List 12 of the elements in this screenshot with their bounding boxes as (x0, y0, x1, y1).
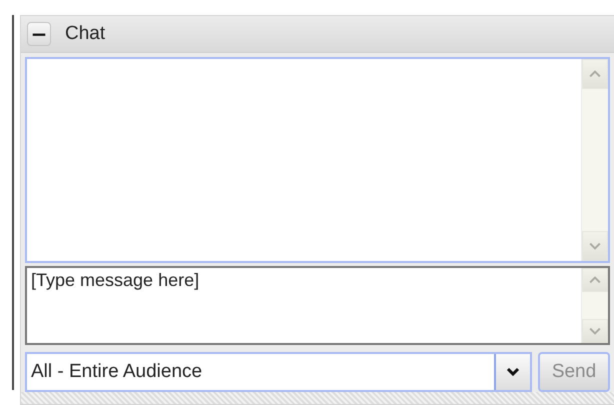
scroll-up-button[interactable] (582, 59, 608, 89)
recipient-dropdown[interactable]: All - Entire Audience (25, 352, 532, 392)
up-chevron-icon (589, 70, 601, 78)
down-chevron-icon (589, 327, 601, 335)
scroll-down-button[interactable] (582, 319, 608, 343)
up-chevron-icon (589, 276, 601, 284)
dropdown-caret-icon[interactable] (494, 354, 530, 390)
panel-title: Chat (65, 23, 106, 45)
scroll-down-button[interactable] (582, 231, 608, 261)
collapse-button[interactable]: − (27, 22, 51, 46)
scroll-up-button[interactable] (582, 268, 608, 292)
down-chevron-icon (589, 242, 601, 250)
